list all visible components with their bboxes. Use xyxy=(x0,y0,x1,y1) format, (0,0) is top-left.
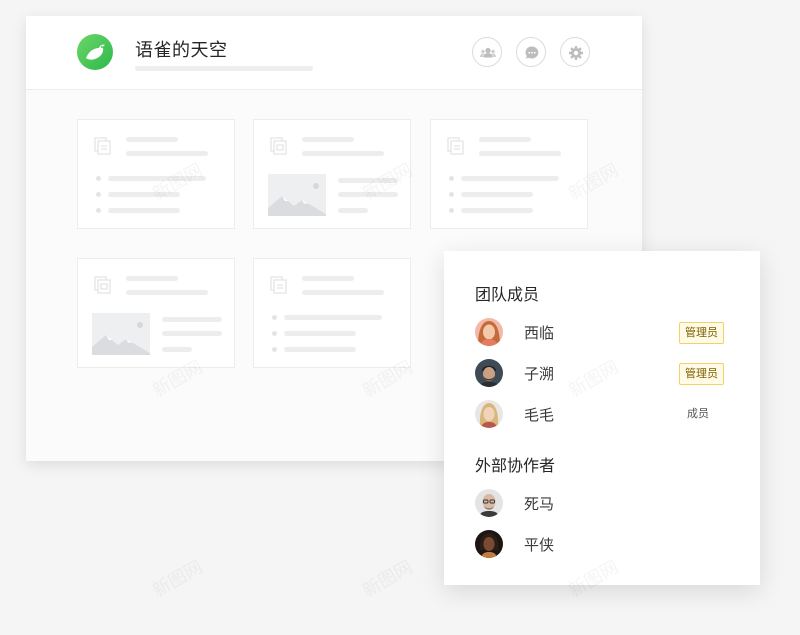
doc-card[interactable] xyxy=(430,119,588,229)
avatar xyxy=(475,359,503,387)
watermark-text: 新图网 xyxy=(147,553,207,603)
watermark-text: 新图网 xyxy=(357,553,417,603)
document-icon xyxy=(94,137,111,155)
external-collaborators-title: 外部协作者 xyxy=(475,456,556,475)
avatar xyxy=(475,318,503,346)
image-placeholder-icon xyxy=(92,313,150,355)
member-role-label: 成员 xyxy=(687,407,709,420)
member-name: 平侠 xyxy=(524,536,555,554)
avatar xyxy=(475,489,503,517)
document-icon xyxy=(270,276,287,294)
document-icon xyxy=(94,276,111,294)
avatar xyxy=(475,400,503,428)
member-row[interactable]: 毛毛 成员 xyxy=(444,399,760,429)
member-name: 毛毛 xyxy=(524,406,555,424)
doc-card[interactable] xyxy=(253,258,411,368)
document-icon xyxy=(270,137,287,155)
member-row[interactable]: 西临 管理员 xyxy=(444,317,760,347)
member-name: 子溯 xyxy=(524,365,555,383)
member-name: 死马 xyxy=(524,495,555,513)
settings-icon[interactable] xyxy=(560,37,590,67)
member-row[interactable]: 死马 xyxy=(444,488,760,518)
team-icon[interactable] xyxy=(472,37,502,67)
member-row[interactable]: 子溯 管理员 xyxy=(444,358,760,388)
team-members-title: 团队成员 xyxy=(475,285,540,304)
doc-card-with-image[interactable] xyxy=(253,119,411,229)
app-header: 语雀的天空 xyxy=(26,16,642,90)
subtitle-placeholder xyxy=(135,66,313,71)
members-panel: 团队成员 西临 管理员 子溯 管理员 毛毛 成员 外部协作者 死马 平侠 xyxy=(444,251,760,585)
image-placeholder-icon xyxy=(268,174,326,216)
member-row[interactable]: 平侠 xyxy=(444,529,760,559)
admin-badge: 管理员 xyxy=(679,322,724,344)
bird-logo-icon[interactable] xyxy=(77,34,113,70)
chat-icon[interactable] xyxy=(516,37,546,67)
avatar xyxy=(475,530,503,558)
doc-card[interactable] xyxy=(77,119,235,229)
page-title: 语雀的天空 xyxy=(135,40,228,61)
doc-card-with-image[interactable] xyxy=(77,258,235,368)
member-name: 西临 xyxy=(524,324,555,342)
document-icon xyxy=(447,137,464,155)
admin-badge: 管理员 xyxy=(679,363,724,385)
